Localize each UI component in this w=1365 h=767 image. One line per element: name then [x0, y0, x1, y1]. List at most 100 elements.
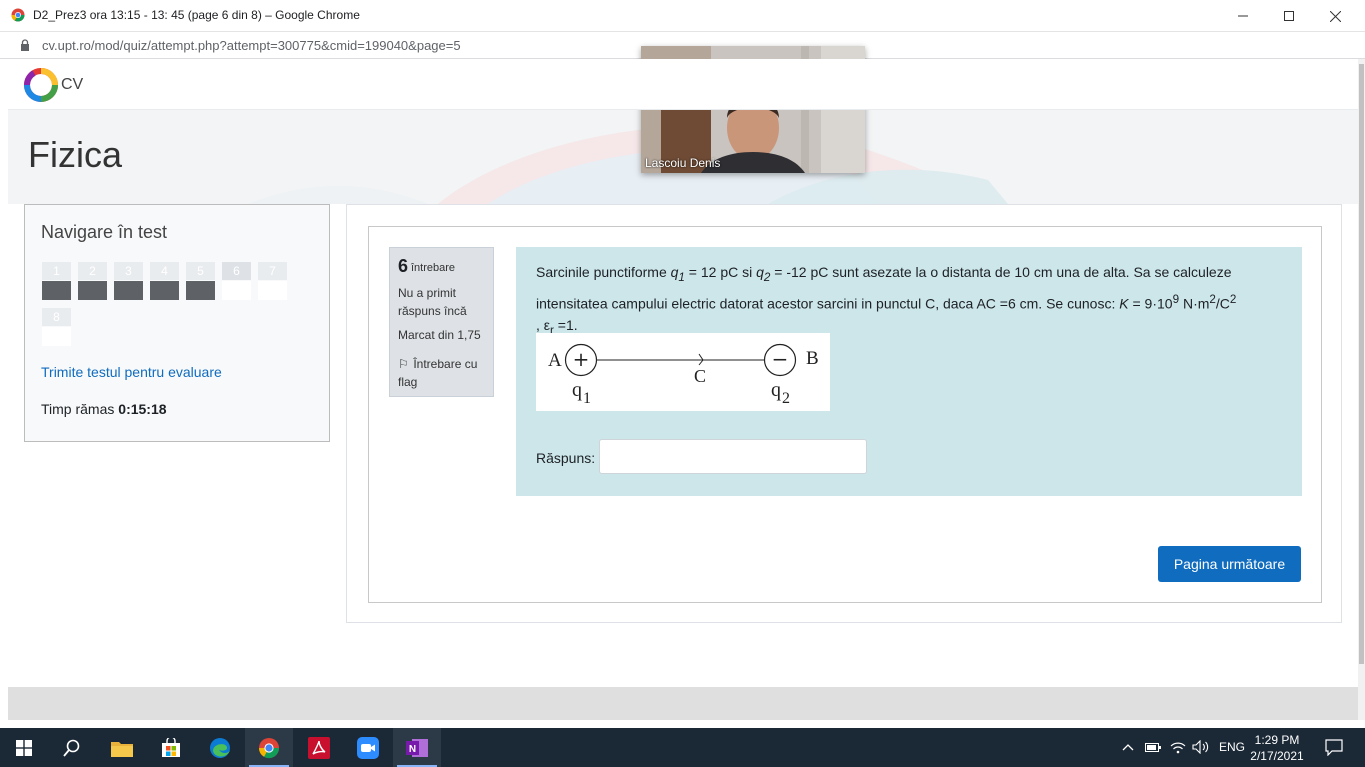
question-state-answered — [186, 281, 215, 300]
flag-icon: ⚐ — [398, 357, 409, 371]
question-state-empty — [42, 327, 71, 346]
chrome-logo-icon — [11, 8, 25, 22]
battery-icon[interactable] — [1145, 741, 1161, 753]
time-left: Timp rămas 0:15:18 — [41, 401, 167, 417]
store-icon — [162, 737, 180, 757]
answer-label: Răspuns: — [536, 450, 596, 466]
quiz-nav-question-7[interactable]: 7 — [258, 262, 287, 300]
question-state-answered — [42, 281, 71, 300]
question-grade: Marcat din 1,75 — [398, 328, 481, 342]
lock-icon — [21, 39, 29, 51]
page-footer — [8, 687, 1358, 720]
question-state-empty — [258, 281, 287, 300]
clock-date: 2/17/2021 — [1250, 749, 1304, 763]
time-left-label: Timp rămas — [41, 401, 115, 417]
question-state-answered — [150, 281, 179, 300]
label-b: B — [806, 348, 819, 369]
windows-taskbar: N ENG 1:29 PM 2/17/2021 — [0, 728, 1365, 767]
url-text[interactable]: cv.upt.ro/mod/quiz/attempt.php?attempt=3… — [42, 38, 461, 53]
next-page-button[interactable]: Pagina următoare — [1158, 546, 1301, 582]
minus-sign: − — [772, 347, 789, 371]
quiz-nav-question-3[interactable]: 3 — [114, 262, 143, 300]
quiz-navigation-title: Navigare în test — [41, 222, 168, 242]
quiz-nav-question-6[interactable]: 6 — [222, 262, 251, 300]
volume-icon[interactable] — [1192, 740, 1210, 754]
close-button[interactable] — [1312, 0, 1358, 32]
maximize-icon — [1284, 11, 1294, 21]
onenote-icon: N — [406, 738, 428, 757]
input-language[interactable]: ENG — [1219, 740, 1245, 754]
close-icon — [1329, 10, 1341, 22]
flag-label: Întrebare cu flag — [398, 357, 478, 389]
minimize-icon — [1238, 15, 1248, 17]
participant-name: Lascoiu Denis — [645, 156, 721, 170]
label-a: A — [548, 350, 562, 371]
start-button[interactable] — [0, 728, 48, 767]
question-number: 2 — [78, 262, 107, 280]
site-header: CV — [8, 59, 1358, 110]
charges-diagram: + − A B C q 1 q 2 — [536, 333, 830, 411]
taskbar-search[interactable] — [48, 728, 96, 767]
taskbar-zoom[interactable] — [344, 728, 392, 767]
taskbar-store[interactable] — [147, 728, 195, 767]
window-title: D2_Prez3 ora 13:15 - 13: 45 (page 6 din … — [33, 8, 360, 22]
quiz-navigation-block: Navigare în test 1 2 3 4 5 6 7 8 Trimite… — [24, 204, 330, 442]
quiz-nav-question-2[interactable]: 2 — [78, 262, 107, 300]
question-number: 1 — [42, 262, 71, 280]
site-name[interactable]: CV — [61, 76, 83, 94]
taskbar-acrobat[interactable] — [295, 728, 343, 767]
minimize-button[interactable] — [1220, 0, 1266, 32]
browser-title-bar: D2_Prez3 ora 13:15 - 13: 45 (page 6 din … — [0, 0, 1365, 32]
question-info: 6 întrebare Nu a primit răspuns încă Mar… — [389, 247, 494, 397]
question-number: 3 — [114, 262, 143, 280]
answer-input[interactable] — [599, 439, 867, 474]
time-left-value: 0:15:18 — [118, 401, 167, 417]
question-number: 7 — [258, 262, 287, 280]
file-explorer-icon — [111, 741, 133, 757]
finish-attempt-link[interactable]: Trimite testul pentru evaluare — [41, 364, 222, 380]
svg-text:N: N — [409, 744, 416, 755]
quiz-nav-question-8[interactable]: 8 — [42, 308, 71, 346]
question-text: Sarcinile punctiforme q1 = 12 pC si q2 =… — [536, 264, 1237, 338]
taskbar-edge[interactable] — [196, 728, 244, 767]
taskbar-clock[interactable]: 1:29 PM 2/17/2021 — [1248, 732, 1306, 764]
quiz-nav-question-4[interactable]: 4 — [150, 262, 179, 300]
question-number: 5 — [186, 262, 215, 280]
label-q1: q — [572, 379, 582, 401]
taskbar-file-explorer[interactable] — [98, 728, 146, 767]
main-region: 6 întrebare Nu a primit răspuns încă Mar… — [346, 204, 1342, 623]
label-q1-sub: 1 — [583, 390, 591, 407]
question-state: Nu a primit răspuns încă — [398, 286, 467, 318]
maximize-button[interactable] — [1266, 0, 1312, 32]
label-q2-sub: 2 — [782, 390, 790, 407]
question-state-current — [222, 281, 251, 300]
flag-question-toggle[interactable]: ⚐ Întrebare cu flag — [398, 355, 490, 391]
chrome-icon — [258, 737, 280, 758]
taskbar-onenote[interactable]: N — [393, 728, 441, 767]
quiz-nav-question-1[interactable]: 1 — [42, 262, 71, 300]
question-number: 6 — [222, 262, 251, 280]
question-content: Sarcinile punctiforme q1 = 12 pC si q2 =… — [516, 247, 1302, 496]
taskbar-chrome[interactable] — [245, 728, 293, 767]
question-word: întrebare — [411, 262, 456, 274]
clock-time: 1:29 PM — [1254, 733, 1300, 747]
label-c: C — [694, 366, 706, 386]
page-scrollbar-thumb[interactable] — [1359, 64, 1364, 664]
notifications-icon[interactable] — [1325, 739, 1343, 756]
question-container: 6 întrebare Nu a primit răspuns încă Mar… — [368, 226, 1322, 603]
quiz-nav-question-5[interactable]: 5 — [186, 262, 215, 300]
zoom-icon — [357, 736, 379, 759]
question-number: 4 — [150, 262, 179, 280]
edge-icon — [210, 737, 230, 758]
plus-sign: + — [573, 347, 590, 371]
search-icon — [63, 739, 80, 757]
start-icon — [16, 739, 32, 756]
acrobat-icon — [308, 736, 330, 759]
question-number: 6 — [398, 256, 409, 276]
wifi-icon[interactable] — [1170, 740, 1186, 754]
label-q2: q — [771, 379, 781, 401]
site-logo-icon[interactable] — [24, 68, 58, 102]
question-number: 8 — [42, 308, 71, 326]
page-title: Fizica — [28, 134, 123, 175]
chevron-up-icon[interactable] — [1122, 742, 1134, 752]
